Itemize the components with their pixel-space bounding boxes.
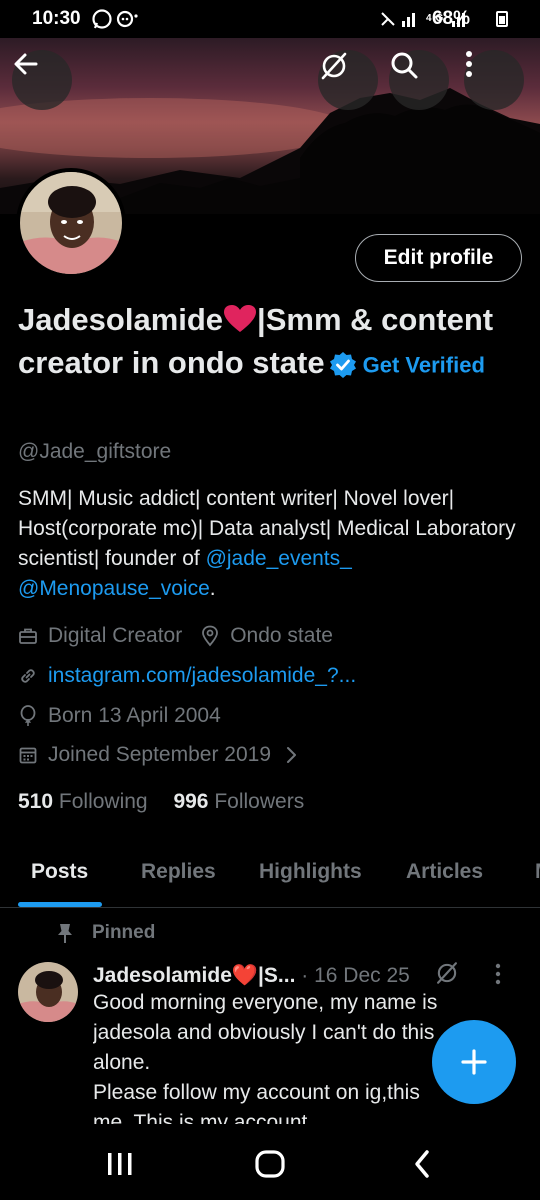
verified-badge-icon[interactable]	[329, 351, 357, 379]
following-count: 510	[18, 790, 54, 813]
pinned-label: Pinned	[92, 922, 156, 943]
profile-bio: SMM| Music addict| content writer| Novel…	[18, 484, 528, 604]
bio-mention-link[interactable]: @jade_events_	[206, 547, 352, 570]
post-author[interactable]: Jadesolamide❤️|S...	[93, 964, 295, 987]
followers-label: Followers	[214, 790, 305, 813]
vertical-dots-icon	[466, 51, 472, 77]
search-icon	[391, 52, 418, 79]
system-navigation-bar	[0, 1126, 540, 1200]
profile-location: Ondo state	[230, 624, 333, 647]
status-time: 10:30	[32, 8, 81, 29]
nav-icons	[108, 1150, 429, 1178]
bio-end: .	[209, 577, 216, 600]
slash-circle-icon[interactable]	[434, 960, 460, 986]
profile-meta-birthday: Born 13 April 2004	[18, 704, 221, 728]
tab-more-partial[interactable]: M	[535, 860, 540, 884]
pinned-indicator: Pinned	[56, 922, 155, 944]
display-name: Jadesolamide |Smm & content creator in on…	[18, 298, 518, 386]
avatar	[20, 172, 122, 274]
profile-avatar[interactable]	[16, 168, 126, 278]
followers-stat[interactable]: 996 Followers	[173, 790, 304, 813]
home-icon	[255, 1150, 285, 1178]
tab-highlights[interactable]: Highlights	[259, 860, 362, 884]
balloon-icon	[20, 705, 36, 726]
more-options-button[interactable]	[464, 50, 524, 110]
bio-mention-link-2[interactable]: @Menopause_voice	[18, 577, 210, 600]
following-stat[interactable]: 510 Following	[18, 790, 148, 813]
edit-profile-button[interactable]: Edit profile	[355, 234, 522, 282]
briefcase-icon	[19, 628, 37, 644]
profile-tabs: Posts Replies Highlights Articles M	[0, 850, 540, 908]
battery-icon	[496, 11, 508, 27]
recent-apps-icon	[108, 1153, 132, 1175]
display-name-part1: Jadesolamide	[18, 302, 224, 337]
grok-button[interactable]	[318, 50, 378, 110]
compose-post-button[interactable]	[432, 1020, 516, 1104]
following-label: Following	[58, 790, 148, 813]
profile-category: Digital Creator	[48, 624, 183, 647]
post-date: · 16 Dec 25	[301, 964, 410, 987]
profile-handle: @Jade_giftstore	[18, 440, 172, 463]
profile-birthday: Born 13 April 2004	[48, 704, 221, 727]
pin-icon	[58, 924, 72, 943]
avatar-photo-small	[18, 962, 78, 1022]
profile-meta-joined[interactable]: Joined September 2019	[18, 743, 309, 767]
plus-icon	[461, 1049, 487, 1075]
post-text-line: me. This is my account	[93, 1111, 308, 1124]
post-avatar[interactable]	[18, 962, 78, 1022]
status-bar: 10:30 4G 68%	[0, 0, 540, 38]
profile-website-link[interactable]: instagram.com/jadesolamide_?...	[48, 664, 356, 688]
profile-meta-website: instagram.com/jadesolamide_?...	[18, 664, 356, 688]
profile-meta-category-location: Digital Creator Ondo state	[18, 624, 333, 648]
followers-count: 996	[173, 790, 209, 813]
red-heart-icon	[224, 305, 257, 332]
location-pin-icon	[202, 625, 219, 647]
slash-circle-icon	[321, 52, 347, 80]
active-tab-indicator	[18, 902, 102, 907]
back-nav-icon	[415, 1150, 429, 1178]
chevron-right-icon	[287, 747, 296, 763]
tab-articles[interactable]: Articles	[406, 860, 483, 884]
post-header: Jadesolamide❤️|S... · 16 Dec 25	[93, 960, 502, 988]
profile-joined: Joined September 2019	[48, 743, 271, 766]
back-button[interactable]	[12, 50, 72, 110]
calendar-icon	[19, 747, 37, 764]
whatsapp-icon	[92, 9, 138, 29]
tab-replies[interactable]: Replies	[141, 860, 216, 884]
arrow-left-icon	[14, 53, 38, 75]
tab-posts[interactable]: Posts	[31, 860, 88, 884]
post-more-icon[interactable]	[494, 963, 502, 985]
avatar-photo	[20, 172, 122, 274]
get-verified-link[interactable]: Get Verified	[363, 352, 485, 377]
post-text-line: Good morning everyone, my name is	[93, 991, 438, 1014]
battery-percent: 68%	[431, 8, 470, 29]
notification-icons	[92, 8, 142, 35]
link-icon	[21, 669, 35, 683]
search-button[interactable]	[389, 50, 449, 110]
follow-stats: 510 Following 996 Followers	[18, 790, 304, 814]
